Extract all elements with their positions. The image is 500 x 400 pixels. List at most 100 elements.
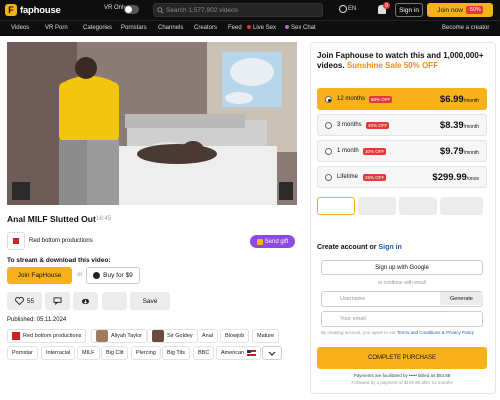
tag-chip[interactable]: American: [216, 346, 262, 360]
generate-button[interactable]: Generate: [440, 292, 483, 305]
pornstar-avatar: [152, 330, 164, 342]
nav-sex-chat-label: Sex Chat: [291, 25, 316, 31]
logo-icon: F: [5, 4, 17, 16]
join-now-button[interactable]: Join now -50%: [427, 3, 493, 17]
signin-link[interactable]: Sign in: [378, 244, 401, 251]
tag-label: Pornstar: [12, 350, 33, 356]
save-button[interactable]: Save: [130, 292, 170, 310]
live-dot-icon: [247, 25, 251, 30]
nav-vr-porn[interactable]: VR Porn: [45, 25, 68, 31]
plan-label: 12 months: [337, 96, 366, 102]
email-field[interactable]: Your email: [321, 311, 483, 327]
tag-label: Blowjob: [225, 333, 245, 339]
plan-3-months[interactable]: 3 months 40% OFF $8.39/month: [317, 114, 487, 136]
video-duration: 16:45: [96, 216, 112, 222]
tag-chip[interactable]: Blowjob: [220, 329, 250, 343]
tag-chip[interactable]: Red bottom productions: [7, 329, 87, 343]
share-button[interactable]: [102, 292, 127, 310]
plan-1-month[interactable]: 1 month 30% OFF $9.79/month: [317, 140, 487, 162]
plan-discount: 25% OFF: [363, 174, 387, 181]
like-button[interactable]: 55: [7, 292, 42, 310]
video-title: Anal MILF Slutted Out: [7, 214, 96, 224]
tag-chip[interactable]: MILF: [77, 346, 100, 360]
become-creator-link[interactable]: Become a creator: [442, 25, 489, 31]
terms-text: By creating account, you agree to our Te…: [321, 330, 486, 336]
nav-bar: Videos VR Porn Categories Pornstars Chan…: [0, 20, 500, 36]
us-flag-icon: [247, 350, 257, 356]
send-gift-button[interactable]: Send gift: [250, 235, 295, 248]
price-unit: /month: [463, 124, 479, 130]
globe-icon[interactable]: [339, 5, 347, 13]
radio-icon: [325, 148, 332, 155]
nav-pornstars[interactable]: Pornstars: [121, 25, 147, 31]
producer-logo-icon: [12, 332, 20, 340]
plan-discount: 30% OFF: [363, 148, 387, 155]
producer-name[interactable]: Red bottom productions: [29, 238, 93, 244]
price-value: $8.39: [439, 120, 464, 131]
join-now-label: Join now: [437, 6, 463, 14]
tag-label: Mature: [257, 333, 275, 339]
like-count: 55: [26, 297, 35, 305]
video-player[interactable]: [7, 42, 297, 205]
google-signup-button[interactable]: Sign up with Google: [321, 260, 483, 275]
more-tags-button[interactable]: [262, 346, 282, 360]
tag-chip[interactable]: Pornstar: [7, 346, 38, 360]
logo[interactable]: F faphouse: [5, 3, 61, 17]
tag-label: Sir Goldey: [167, 333, 193, 339]
nav-live-sex-label: Live Sex: [253, 25, 277, 31]
price-value: $299.99: [432, 172, 467, 183]
tag-chip[interactable]: Aliyah Taylor: [91, 329, 148, 343]
tag-chip[interactable]: Sir Goldey: [147, 329, 198, 343]
comment-icon: [53, 297, 62, 305]
comments-button[interactable]: [45, 292, 70, 310]
radio-icon: [325, 96, 332, 103]
nav-videos[interactable]: Videos: [11, 25, 29, 31]
nav-live-sex[interactable]: Live Sex: [247, 25, 276, 31]
nav-creators[interactable]: Creators: [194, 25, 217, 31]
search-placeholder: Search 1,577,902 videos: [166, 6, 238, 14]
tag-chip[interactable]: Piercing: [131, 346, 161, 360]
tag-label: Piercing: [136, 350, 156, 356]
plan-12-months[interactable]: 12 months 50% OFF $6.99/month: [317, 88, 487, 110]
download-button[interactable]: [73, 292, 98, 310]
nav-feed[interactable]: Feed: [228, 25, 242, 31]
terms-link[interactable]: Terms and Conditions & Privacy Policy: [397, 330, 474, 335]
plan-lifetime[interactable]: Lifetime 25% OFF $299.99/once: [317, 166, 487, 188]
payment-method-option[interactable]: [358, 197, 396, 215]
signin-button[interactable]: Sign in: [395, 3, 423, 17]
buy-button[interactable]: Buy for $9: [86, 267, 140, 284]
nav-categories[interactable]: Categories: [83, 25, 112, 31]
complete-purchase-button[interactable]: COMPLETE PURCHASE: [317, 347, 487, 369]
tag-chip[interactable]: Anal: [197, 329, 219, 343]
buy-label: Buy for $9: [103, 272, 133, 279]
producer-avatar[interactable]: [7, 232, 25, 250]
language-selector[interactable]: EN: [348, 6, 356, 12]
plan-price: $8.39/month: [440, 120, 479, 131]
payment-method-option[interactable]: [399, 197, 437, 215]
nav-sex-chat[interactable]: Sex Chat: [285, 25, 316, 31]
vr-only-toggle[interactable]: [124, 5, 139, 14]
price-unit: /month: [463, 98, 479, 104]
payment-method-option[interactable]: [440, 197, 483, 215]
tag-label: Aliyah Taylor: [111, 333, 143, 339]
tag-chip[interactable]: Big Clit: [101, 346, 129, 360]
nav-channels[interactable]: Channels: [158, 25, 183, 31]
published-date: Published: 05.11.2024: [7, 317, 67, 323]
price-value: $6.99: [439, 94, 464, 105]
cart-icon: [93, 272, 101, 279]
join-faphouse-button[interactable]: Join FapHouse: [7, 267, 72, 284]
tag-chip[interactable]: BBC: [193, 346, 215, 360]
send-gift-label: Send gift: [264, 238, 289, 245]
tag-chip[interactable]: Mature: [252, 329, 280, 343]
tag-chip[interactable]: Big Tits: [162, 346, 191, 360]
chevron-down-icon: [268, 351, 276, 356]
vr-only-label: VR Only: [104, 5, 127, 11]
search-input[interactable]: Search 1,577,902 videos: [153, 3, 323, 17]
payment-method-option[interactable]: [317, 197, 355, 215]
tag-label: Anal: [202, 333, 214, 339]
renewal-info: Followed by a payment of $109.95 after 1…: [351, 380, 453, 385]
terms-prefix: By creating account, you agree to our: [321, 330, 396, 335]
gift-icon: [256, 238, 263, 245]
tag-chip[interactable]: Interracial: [41, 346, 76, 360]
radio-icon: [325, 122, 332, 129]
